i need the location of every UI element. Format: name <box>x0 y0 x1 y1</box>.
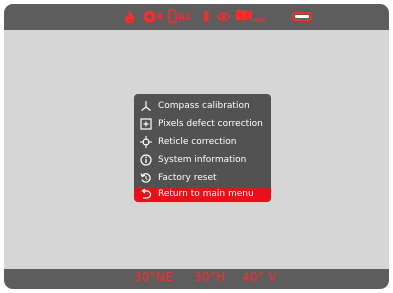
menu-item-label: System information <box>158 155 247 165</box>
menu-item-label: Pixels defect correction <box>158 119 263 129</box>
device-screen: B G1 OUT Compass calibration Pixels defe… <box>4 4 389 289</box>
flame-icon <box>125 10 134 23</box>
video-out-label: OUT <box>254 18 266 24</box>
gear-mode-icon <box>143 10 156 23</box>
menu-item-label: Factory reset <box>158 173 217 183</box>
pixel-plus-icon <box>140 118 152 130</box>
status-bar: B G1 OUT <box>4 4 389 30</box>
menu-item-compass-calibration[interactable]: Compass calibration <box>134 97 271 115</box>
return-arrow-icon <box>141 188 152 199</box>
profile-label: G1 <box>178 12 191 21</box>
heading-readout: 30°NE <box>134 270 174 284</box>
document-g1-icon <box>168 9 177 23</box>
eye-icon <box>217 12 230 21</box>
menu-item-label: Return to main menu <box>158 189 254 199</box>
battery-icon <box>292 12 312 21</box>
menu-item-return-to-main-menu[interactable]: Return to main menu <box>134 187 271 202</box>
bluetooth-icon <box>202 9 210 23</box>
horizontal-angle-readout: 30°H <box>194 270 226 284</box>
menu-item-system-information[interactable]: System information <box>134 151 271 169</box>
info-circle-icon <box>140 154 152 166</box>
settings-menu: Compass calibration Pixels defect correc… <box>134 94 271 202</box>
vertical-angle-readout: 40° V <box>242 270 277 284</box>
mode-label: B <box>157 12 164 21</box>
menu-item-pixels-defect-correction[interactable]: Pixels defect correction <box>134 115 271 133</box>
menu-item-reticle-correction[interactable]: Reticle correction <box>134 133 271 151</box>
menu-item-factory-reset[interactable]: Factory reset <box>134 169 271 187</box>
video-out-icon <box>236 10 252 20</box>
reticle-crosshair-icon <box>140 136 152 148</box>
menu-item-label: Compass calibration <box>158 101 250 111</box>
compass-axes-icon <box>141 101 151 111</box>
menu-item-label: Reticle correction <box>158 137 237 147</box>
bottom-bar: 30°NE 30°H 40° V <box>4 269 389 289</box>
reset-arrow-icon <box>140 173 151 183</box>
